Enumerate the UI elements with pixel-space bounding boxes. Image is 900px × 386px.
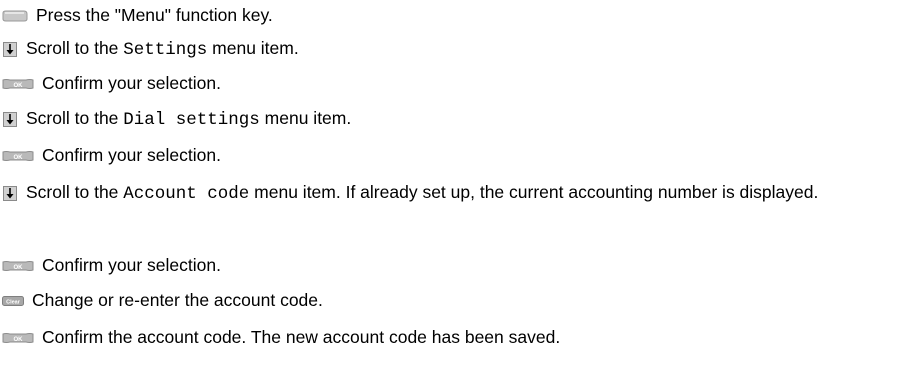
ok-key-icon: OK bbox=[2, 78, 34, 90]
step-scroll-account-code: Scroll to the Account code menu item. If… bbox=[0, 179, 880, 208]
svg-text:OK: OK bbox=[14, 337, 24, 343]
step-text-post: menu item. bbox=[207, 38, 299, 58]
step-confirm-2: OK Confirm your selection. bbox=[0, 143, 221, 167]
svg-text:OK: OK bbox=[14, 265, 24, 271]
step-text-post: menu item. bbox=[259, 108, 352, 128]
scroll-down-icon bbox=[3, 111, 17, 127]
scroll-down-icon bbox=[3, 41, 17, 57]
instruction-list: Press the "Menu" function key. Scroll to… bbox=[0, 0, 900, 386]
step-text: Confirm the account code. The new accoun… bbox=[42, 327, 561, 347]
step-scroll-settings: Scroll to the Settings menu item. bbox=[0, 36, 299, 62]
step-text-pre: Scroll to the bbox=[26, 108, 124, 128]
menu-item-code: Dial settings bbox=[123, 110, 260, 130]
step-text-pre: Scroll to the bbox=[26, 182, 124, 202]
menu-key-icon bbox=[2, 10, 28, 22]
step-text: Change or re-enter the account code. bbox=[32, 290, 323, 310]
clear-key-icon: Clear bbox=[2, 296, 24, 307]
step-scroll-dial-settings: Scroll to the Dial settings menu item. bbox=[0, 106, 351, 132]
step-text: Confirm your selection. bbox=[42, 73, 221, 93]
ok-key-icon: OK bbox=[2, 260, 34, 272]
ok-key-icon: OK bbox=[2, 150, 34, 162]
svg-text:OK: OK bbox=[14, 83, 24, 89]
menu-item-code: Settings bbox=[123, 40, 208, 60]
step-confirm-3: OK Confirm your selection. bbox=[0, 253, 221, 277]
menu-item-code: Account code bbox=[123, 184, 250, 204]
step-text: Confirm your selection. bbox=[42, 145, 221, 165]
scroll-down-icon bbox=[3, 185, 17, 201]
step-change-code: Clear Change or re-enter the account cod… bbox=[0, 288, 323, 312]
svg-text:OK: OK bbox=[14, 155, 24, 161]
ok-key-icon: OK bbox=[2, 332, 34, 344]
step-text-pre: Scroll to the bbox=[26, 38, 124, 58]
step-confirm-1: OK Confirm your selection. bbox=[0, 71, 221, 95]
step-press-menu: Press the "Menu" function key. bbox=[0, 3, 273, 27]
step-text: Confirm your selection. bbox=[42, 255, 221, 275]
step-text: Press the "Menu" function key. bbox=[36, 5, 273, 25]
step-confirm-code: OK Confirm the account code. The new acc… bbox=[0, 325, 560, 349]
step-text-post: menu item. If already set up, the curren… bbox=[249, 182, 819, 202]
svg-text:Clear: Clear bbox=[6, 300, 21, 306]
